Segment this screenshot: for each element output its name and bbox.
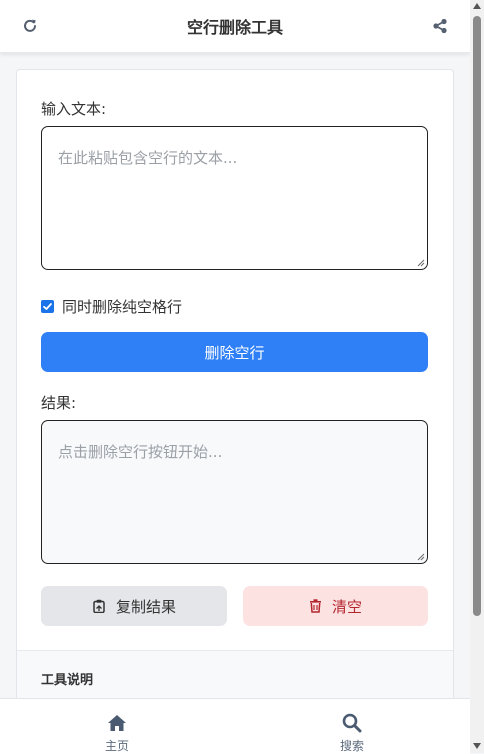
scroll-up-arrow-icon[interactable] bbox=[473, 3, 481, 9]
remove-whitespace-label[interactable]: 同时删除纯空格行 bbox=[62, 296, 182, 317]
tool-card: 输入文本: 在此粘贴包含空行的文本... 同时删除纯空格行 删除空行 结果: 点… bbox=[16, 69, 454, 711]
copy-result-label: 复制结果 bbox=[115, 597, 176, 616]
resize-grip-icon[interactable] bbox=[417, 259, 425, 267]
input-textarea[interactable]: 在此粘贴包含空行的文本... bbox=[41, 126, 428, 270]
input-placeholder: 在此粘贴包含空行的文本... bbox=[58, 149, 238, 167]
refresh-icon[interactable] bbox=[18, 14, 42, 38]
result-textarea[interactable]: 点击删除空行按钮开始... bbox=[41, 420, 428, 564]
nav-item-search[interactable]: 搜索 bbox=[292, 699, 412, 754]
app-header: 空行删除工具 bbox=[0, 0, 470, 53]
nav-label-search: 搜索 bbox=[339, 739, 364, 753]
page-scrollbar[interactable] bbox=[470, 0, 484, 753]
input-label: 输入文本: bbox=[41, 100, 107, 118]
result-label: 结果: bbox=[41, 394, 77, 412]
search-icon bbox=[342, 713, 362, 733]
scroll-down-arrow-icon[interactable] bbox=[473, 743, 481, 749]
remove-whitespace-option[interactable]: 同时删除纯空格行 bbox=[41, 296, 182, 317]
clipboard-icon bbox=[93, 599, 105, 613]
tool-info-title: 工具说明 bbox=[41, 673, 94, 688]
checkmark-icon bbox=[43, 303, 52, 310]
share-icon[interactable] bbox=[428, 14, 452, 38]
nav-label-home: 主页 bbox=[104, 739, 129, 753]
remove-whitespace-checkbox[interactable] bbox=[41, 300, 54, 313]
result-placeholder: 点击删除空行按钮开始... bbox=[58, 443, 223, 461]
resize-grip-icon[interactable] bbox=[417, 553, 425, 561]
delete-blank-lines-button[interactable]: 删除空行 bbox=[41, 332, 428, 372]
clear-label: 清空 bbox=[331, 597, 362, 616]
bottom-navigation: 主页 搜索 bbox=[0, 698, 470, 754]
page-title: 空行删除工具 bbox=[186, 18, 283, 37]
clear-button[interactable]: 清空 bbox=[243, 586, 428, 626]
trash-icon bbox=[309, 599, 321, 613]
scroll-thumb[interactable] bbox=[473, 16, 481, 616]
copy-result-button[interactable]: 复制结果 bbox=[41, 586, 227, 626]
nav-item-home[interactable]: 主页 bbox=[57, 699, 177, 754]
home-icon bbox=[108, 715, 126, 731]
